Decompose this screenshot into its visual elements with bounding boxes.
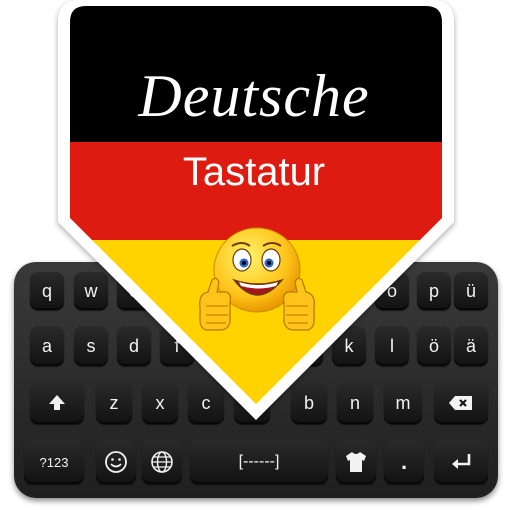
backspace-key[interactable] (434, 382, 488, 424)
language-key[interactable] (142, 440, 182, 484)
key-a[interactable]: a (30, 326, 64, 366)
key-l[interactable]: l (375, 326, 409, 366)
shift-arrow-icon (49, 395, 65, 410)
enter-return-icon (452, 454, 471, 469)
symbols-key[interactable]: ?123 (24, 440, 84, 484)
shift-key[interactable] (30, 382, 84, 424)
key-x[interactable]: x (142, 382, 178, 424)
backspace-icon (449, 396, 472, 410)
key-n[interactable]: n (337, 382, 373, 424)
key-o-umlaut[interactable]: ö (417, 326, 451, 366)
key-r[interactable]: r (160, 272, 194, 310)
theme-key[interactable] (336, 440, 376, 484)
key-p[interactable]: p (417, 272, 451, 310)
key-m[interactable]: m (384, 382, 422, 424)
app-title: Deutsche (138, 63, 370, 129)
app-icon: q w e r t z u i o p ü a s d f g h j k l … (0, 0, 512, 512)
key-v[interactable]: v (234, 382, 270, 424)
key-w[interactable]: w (74, 272, 108, 310)
key-d[interactable]: d (117, 326, 151, 366)
period-key[interactable]: . (384, 440, 424, 484)
smiley-icon (105, 451, 127, 473)
emoji-key[interactable] (96, 440, 136, 484)
key-f[interactable]: f (160, 326, 194, 366)
key-e[interactable]: e (117, 272, 151, 310)
key-u-umlaut[interactable]: ü (454, 272, 488, 310)
app-subtitle: Tastatur (182, 150, 326, 194)
key-z2[interactable]: z (96, 382, 132, 424)
key-a-umlaut[interactable]: ä (454, 326, 488, 366)
space-key[interactable]: [------] (190, 440, 328, 484)
key-q[interactable]: q (30, 272, 64, 310)
key-i[interactable]: i (332, 272, 366, 310)
key-o[interactable]: o (375, 272, 409, 310)
tshirt-icon (346, 452, 366, 472)
key-c[interactable]: c (188, 382, 224, 424)
enter-key[interactable] (434, 440, 488, 484)
globe-icon (151, 451, 173, 473)
key-k[interactable]: k (332, 326, 366, 366)
key-s[interactable]: s (74, 326, 108, 366)
key-b[interactable]: b (291, 382, 327, 424)
thumbs-up-smiley-icon (199, 227, 315, 331)
